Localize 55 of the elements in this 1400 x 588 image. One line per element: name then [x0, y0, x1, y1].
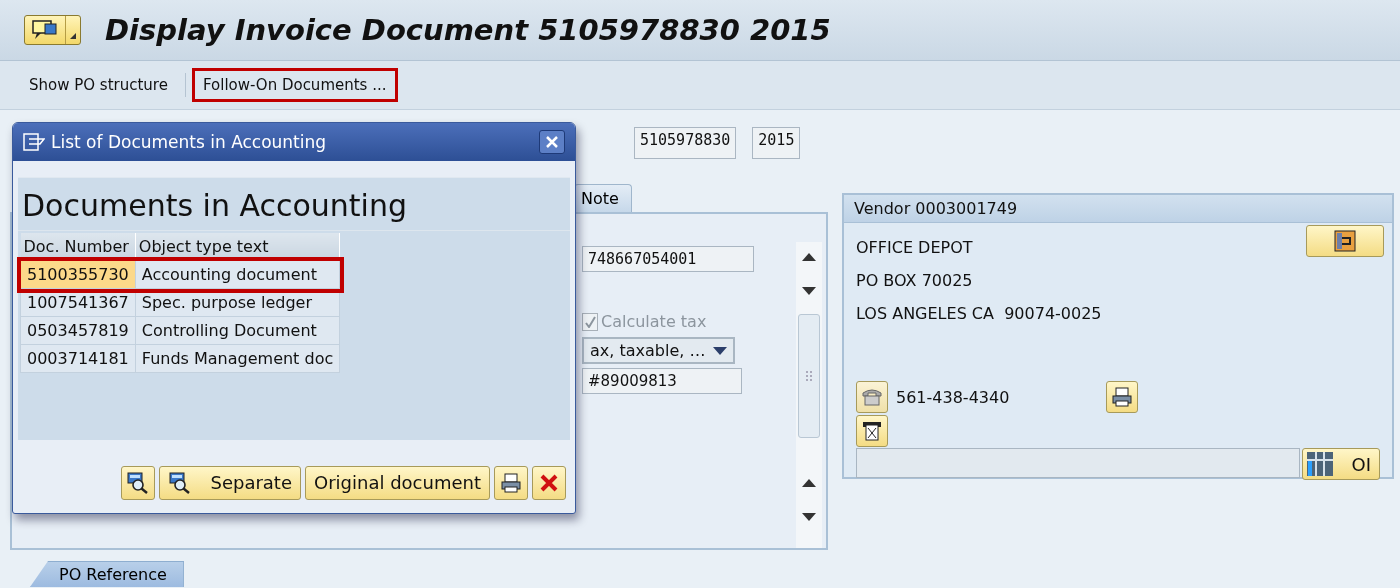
- close-button[interactable]: [539, 130, 565, 154]
- address-button[interactable]: [1306, 225, 1384, 257]
- cancel-button[interactable]: [532, 465, 566, 500]
- print-button[interactable]: [494, 465, 528, 500]
- caret-icon: [70, 33, 76, 39]
- table-cell[interactable]: Funds Management doc: [135, 344, 340, 373]
- fax-icon: [862, 420, 882, 442]
- table-cell[interactable]: Accounting document: [135, 260, 340, 289]
- scroll-thumb[interactable]: [798, 314, 820, 438]
- cross-icon: [539, 472, 559, 493]
- printer-icon: [500, 471, 522, 494]
- phone-number: 561-438-4340: [896, 387, 1011, 407]
- input-field[interactable]: [856, 448, 1300, 478]
- dropdown[interactable]: ax, taxable, …: [582, 337, 736, 364]
- dropdown-arrow-icon: [713, 346, 728, 355]
- printer-icon: [1111, 386, 1133, 408]
- tab[interactable]: Note: [574, 184, 632, 212]
- checkbox-label: Calculate tax: [601, 312, 707, 331]
- address-line: LOS ANGELES CA 90074-0025: [856, 303, 1102, 325]
- screen-icon: [31, 19, 59, 41]
- grid-icon: [1307, 452, 1333, 476]
- down-arrow-icon: [802, 287, 816, 295]
- input-field[interactable]: 748667054001: [582, 246, 754, 272]
- fax-button[interactable]: [856, 415, 888, 447]
- separate-button[interactable]: Separate: [159, 465, 301, 500]
- dialog-heading: Documents in Accounting: [18, 178, 570, 231]
- list-icon: [23, 133, 45, 151]
- tab[interactable]: PO Reference: [30, 561, 184, 587]
- table-cell[interactable]: 0503457819: [20, 316, 136, 345]
- close-icon: [546, 136, 558, 148]
- panel-title: Vendor 0003001749: [844, 195, 1392, 223]
- open-items-button[interactable]: OI: [1302, 448, 1380, 480]
- menu-button[interactable]: [24, 15, 81, 45]
- phone-button[interactable]: [856, 381, 888, 413]
- input-field[interactable]: 5105978830: [634, 127, 737, 159]
- original-document-button[interactable]: Original document: [305, 465, 490, 500]
- phone-icon: [861, 387, 883, 407]
- address-line: PO BOX 70025: [856, 270, 973, 292]
- input-field[interactable]: 2015: [752, 127, 801, 159]
- up-arrow-icon: [802, 479, 816, 487]
- find-button[interactable]: [121, 465, 156, 500]
- window-title: Display Invoice Document 5105978830 2015: [105, 13, 831, 47]
- input-field[interactable]: #89009813: [582, 368, 742, 394]
- check-icon: [584, 315, 596, 328]
- up-arrow-icon: [802, 253, 816, 261]
- toolbar-button[interactable]: Follow-On Documents ...: [191, 68, 398, 102]
- toolbar-button[interactable]: Show PO structure: [18, 68, 179, 102]
- table-cell[interactable]: 5100355730: [20, 260, 136, 289]
- table-cell[interactable]: 0003714181: [20, 344, 136, 373]
- address-line: OFFICE DEPOT: [856, 237, 973, 259]
- dialog-title: List of Documents in Accounting: [51, 132, 328, 152]
- table-cell[interactable]: Controlling Document: [135, 316, 340, 345]
- print-button[interactable]: [1106, 381, 1138, 413]
- bracket-icon: [1334, 230, 1356, 252]
- down-arrow-icon: [802, 513, 816, 521]
